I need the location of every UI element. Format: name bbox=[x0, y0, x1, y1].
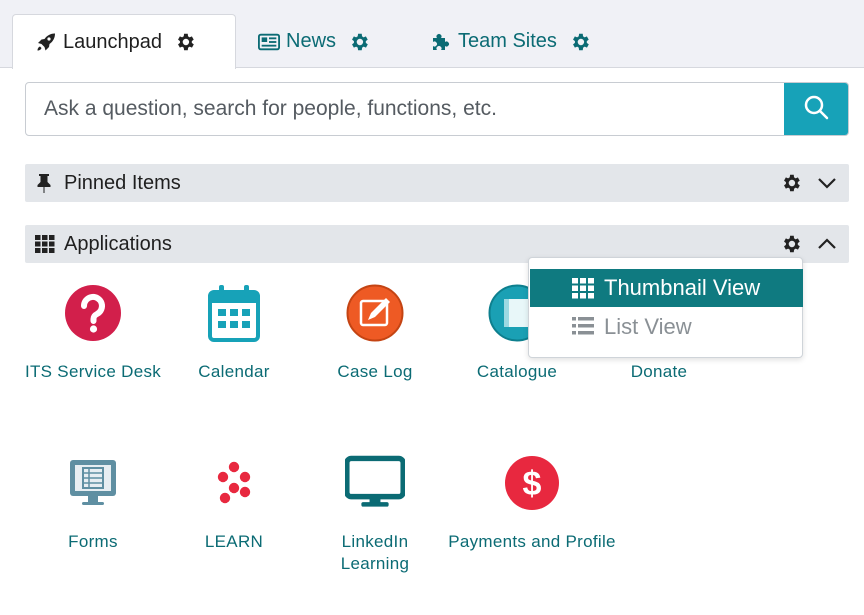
list-icon bbox=[572, 316, 594, 338]
tab-launchpad[interactable]: Launchpad bbox=[12, 14, 236, 69]
app-payments-and-profile[interactable]: $ Payments and Profile bbox=[447, 453, 617, 553]
chevron-up-icon[interactable] bbox=[815, 232, 839, 256]
gear-icon[interactable] bbox=[569, 31, 591, 53]
app-label: Case Log bbox=[337, 362, 413, 381]
app-label: Forms bbox=[68, 532, 118, 551]
tab-news-label: News bbox=[286, 30, 337, 52]
monitor-icon bbox=[345, 453, 405, 513]
grid-icon bbox=[572, 277, 594, 299]
gear-icon[interactable] bbox=[779, 232, 803, 256]
rocket-icon bbox=[35, 31, 57, 53]
svg-text:$: $ bbox=[523, 465, 542, 503]
gear-icon[interactable] bbox=[174, 31, 196, 53]
monitor-form-icon bbox=[63, 453, 123, 513]
app-label: Donate bbox=[630, 362, 688, 381]
gear-icon[interactable] bbox=[779, 171, 803, 195]
calendar-icon bbox=[204, 283, 264, 343]
pinned-items-label: Pinned Items bbox=[64, 171, 181, 194]
newspaper-icon bbox=[258, 31, 280, 53]
question-circle-icon bbox=[63, 283, 123, 343]
chevron-down-icon[interactable] bbox=[815, 171, 839, 195]
tab-bar: Launchpad News Team Sites bbox=[0, 0, 864, 69]
grid-icon bbox=[35, 234, 55, 254]
pinned-items-header[interactable]: Pinned Items bbox=[25, 164, 849, 202]
applications-label: Applications bbox=[64, 232, 172, 255]
app-linkedin-learning[interactable]: LinkedIn Learning bbox=[305, 453, 445, 575]
search-input[interactable] bbox=[26, 83, 784, 135]
tab-news[interactable]: News bbox=[258, 14, 370, 69]
search-icon bbox=[803, 94, 829, 125]
app-label: LEARN bbox=[204, 532, 264, 551]
app-learn[interactable]: LEARN bbox=[164, 453, 304, 553]
app-label: Calendar bbox=[198, 362, 270, 381]
thumbnail-view-label: Thumbnail View bbox=[604, 275, 761, 300]
view-mode-menu: Thumbnail View List View bbox=[528, 257, 803, 358]
search-bar bbox=[25, 82, 849, 136]
pushpin-icon bbox=[35, 173, 55, 193]
list-view-option[interactable]: List View bbox=[530, 308, 803, 346]
learn-dots-icon bbox=[204, 453, 264, 513]
app-case-log[interactable]: Case Log bbox=[305, 283, 445, 383]
puzzle-icon bbox=[430, 31, 452, 53]
pencil-square-icon bbox=[345, 283, 405, 343]
pinned-items-controls bbox=[779, 171, 839, 195]
app-calendar[interactable]: Calendar bbox=[164, 283, 304, 383]
app-its-service-desk[interactable]: ITS Service Desk bbox=[23, 283, 163, 383]
tab-launchpad-label: Launchpad bbox=[63, 30, 162, 53]
app-label: Payments and Profile bbox=[448, 532, 616, 551]
app-label: LinkedIn Learning bbox=[340, 532, 410, 573]
thumbnail-view-option[interactable]: Thumbnail View bbox=[530, 269, 803, 307]
app-label: Catalogue bbox=[476, 362, 558, 381]
dollar-circle-icon: $ bbox=[502, 453, 562, 513]
list-view-label: List View bbox=[604, 314, 692, 339]
tab-team-sites-label: Team Sites bbox=[458, 30, 557, 52]
app-forms[interactable]: Forms bbox=[23, 453, 163, 553]
search-button[interactable] bbox=[784, 83, 848, 135]
gear-icon[interactable] bbox=[348, 31, 370, 53]
applications-controls bbox=[779, 232, 839, 256]
tab-team-sites[interactable]: Team Sites bbox=[430, 14, 591, 69]
app-label: ITS Service Desk bbox=[24, 362, 162, 381]
